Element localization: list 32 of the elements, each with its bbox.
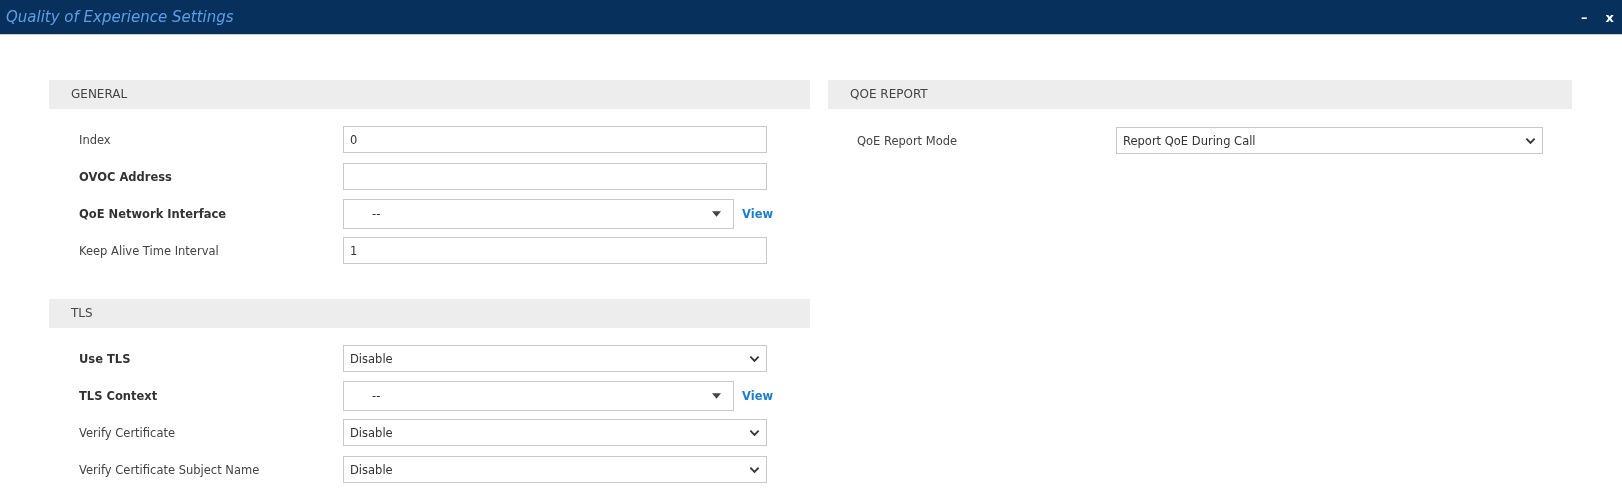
dropdown[interactable]: Disable xyxy=(343,419,767,446)
field-label: Keep Alive Time Interval xyxy=(78,243,220,258)
chevron-down-icon xyxy=(749,465,760,474)
field-label: Verify Certificate Subject Name xyxy=(78,462,261,477)
field-label: Index xyxy=(78,132,112,147)
close-button[interactable]: x xyxy=(1603,9,1616,25)
field-label: QoE Report Mode xyxy=(856,133,959,148)
dropdown[interactable]: Report QoE During Call xyxy=(1116,127,1543,154)
dropdown[interactable]: -- xyxy=(343,380,734,411)
dropdown-triangle-icon xyxy=(712,210,721,217)
field-label: TLS Context xyxy=(78,388,159,403)
view-link[interactable]: View xyxy=(742,388,774,403)
section-header: GENERAL xyxy=(49,80,810,109)
dropdown[interactable]: Disable xyxy=(343,456,767,483)
section-header: QOE REPORT xyxy=(828,80,1572,109)
field-label: Verify Certificate xyxy=(78,425,176,440)
chevron-down-icon xyxy=(749,428,760,437)
minimize-button[interactable]: – xyxy=(1579,9,1590,25)
field-label: QoE Network Interface xyxy=(78,206,228,221)
chevron-down-icon xyxy=(1525,136,1536,145)
input-field[interactable] xyxy=(343,163,767,190)
section-header: TLS xyxy=(49,299,810,328)
dropdown[interactable]: -- xyxy=(343,198,734,229)
field-label: Use TLS xyxy=(78,351,132,366)
dropdown[interactable]: Disable xyxy=(343,345,767,372)
chevron-down-icon xyxy=(749,354,760,363)
input-field[interactable]: 1 xyxy=(343,237,767,264)
field-label: OVOC Address xyxy=(78,169,173,184)
view-link[interactable]: View xyxy=(742,206,774,221)
input-field[interactable]: 0 xyxy=(343,126,767,153)
dropdown-triangle-icon xyxy=(712,392,721,399)
window-title: Quality of Experience Settings xyxy=(6,8,234,26)
